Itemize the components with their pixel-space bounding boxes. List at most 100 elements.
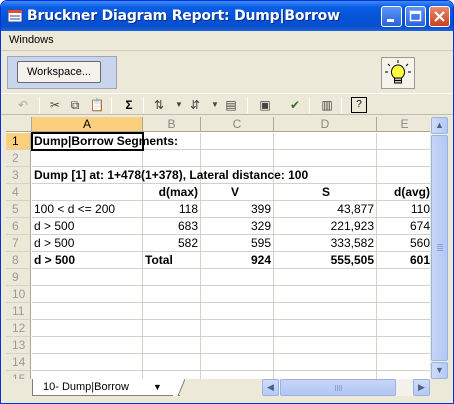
check-icon[interactable]: ✔ — [287, 97, 303, 113]
empty-cell[interactable] — [377, 337, 430, 354]
cell-a1[interactable]: Dump|Borrow Segments: — [32, 133, 430, 150]
empty-cell[interactable] — [377, 303, 430, 320]
empty-cell[interactable] — [32, 354, 143, 371]
row-header-8[interactable]: 8 — [6, 252, 31, 269]
sum-icon[interactable]: Σ — [121, 97, 137, 113]
empty-cell[interactable] — [201, 269, 274, 286]
row-header-13[interactable]: 13 — [6, 337, 31, 354]
empty-cell[interactable] — [274, 269, 377, 286]
cell-c6[interactable]: 329 — [201, 218, 274, 235]
cell-e4[interactable]: d(avg) — [377, 184, 430, 201]
chevron-down-icon[interactable]: ▼ — [153, 379, 162, 395]
cell-a6[interactable]: d > 500 — [32, 218, 143, 235]
empty-cell[interactable] — [201, 286, 274, 303]
title-bar[interactable]: Bruckner Diagram Report: Dump|Borrow — [1, 1, 453, 31]
cell-b6[interactable]: 683 — [143, 218, 201, 235]
empty-cell[interactable] — [377, 286, 430, 303]
empty-cell[interactable] — [143, 354, 201, 371]
sheet-tab[interactable]: 10- Dump|Borrow ▼ — [32, 379, 180, 396]
empty-cell[interactable] — [274, 303, 377, 320]
scroll-right-button[interactable]: ▶ — [413, 379, 430, 396]
empty-cell[interactable] — [377, 269, 430, 286]
empty-cell[interactable] — [377, 150, 430, 167]
close-button[interactable] — [429, 6, 450, 27]
empty-cell[interactable] — [377, 320, 430, 337]
corner-header[interactable] — [6, 117, 32, 132]
tip-button[interactable] — [381, 57, 415, 89]
cell-b7[interactable]: 582 — [143, 235, 201, 252]
row-header-4[interactable]: 4 — [6, 184, 31, 201]
column-header-d[interactable]: D — [274, 117, 377, 132]
cell-e6[interactable]: 674 — [377, 218, 430, 235]
row-header-2[interactable]: 2 — [6, 150, 31, 167]
empty-cell[interactable] — [201, 354, 274, 371]
row-header-1[interactable]: 1 — [6, 133, 31, 150]
cell-b5[interactable]: 118 — [143, 201, 201, 218]
empty-cell[interactable] — [32, 371, 143, 379]
spreadsheet[interactable]: A B C D E 1 2 3 4 5 6 7 8 9 10 11 12 13 … — [6, 117, 430, 379]
empty-cell[interactable] — [32, 269, 143, 286]
scroll-up-button[interactable]: ▲ — [431, 117, 448, 134]
empty-cell[interactable] — [377, 354, 430, 371]
empty-cell[interactable] — [32, 184, 143, 201]
workspace-button[interactable]: Workspace... — [17, 61, 101, 83]
cell-a7[interactable]: d > 500 — [32, 235, 143, 252]
menu-windows[interactable]: Windows — [9, 34, 54, 46]
empty-cell[interactable] — [32, 303, 143, 320]
empty-cell[interactable] — [274, 150, 377, 167]
vertical-scrollbar[interactable]: ▲ ▼ — [431, 117, 448, 379]
sort-ascending-icon[interactable]: ⇅ — [151, 97, 167, 113]
paste-icon[interactable]: 📋 — [89, 97, 105, 113]
empty-cell[interactable] — [201, 337, 274, 354]
empty-cell[interactable] — [201, 150, 274, 167]
columns-icon[interactable]: ▥ — [319, 97, 335, 113]
scroll-left-button[interactable]: ◀ — [262, 379, 279, 396]
horizontal-scrollbar[interactable]: ◀ ▶ — [262, 379, 430, 396]
row-header-5[interactable]: 5 — [6, 201, 31, 218]
empty-cell[interactable] — [143, 150, 201, 167]
cell-d7[interactable]: 333,582 — [274, 235, 377, 252]
minimize-button[interactable] — [381, 6, 402, 27]
empty-cell[interactable] — [377, 371, 430, 379]
cut-icon[interactable]: ✂ — [47, 97, 63, 113]
empty-cell[interactable] — [32, 150, 143, 167]
row-header-15[interactable]: 15 — [6, 371, 31, 379]
cell-d5[interactable]: 43,877 — [274, 201, 377, 218]
empty-cell[interactable] — [143, 371, 201, 379]
empty-cell[interactable] — [274, 320, 377, 337]
cell-c5[interactable]: 399 — [201, 201, 274, 218]
empty-cell[interactable] — [143, 337, 201, 354]
empty-cell[interactable] — [274, 354, 377, 371]
scroll-down-button[interactable]: ▼ — [431, 362, 448, 379]
row-header-6[interactable]: 6 — [6, 218, 31, 235]
chevron-down-icon[interactable]: ▼ — [207, 97, 223, 113]
empty-cell[interactable] — [274, 337, 377, 354]
cell-a3[interactable]: Dump [1] at: 1+478(1+378), Lateral dista… — [32, 167, 430, 184]
empty-cell[interactable] — [201, 320, 274, 337]
empty-cell[interactable] — [201, 303, 274, 320]
undo-icon[interactable]: ↶ — [15, 97, 31, 113]
cell-e8[interactable]: 601 — [377, 252, 430, 269]
row-header-7[interactable]: 7 — [6, 235, 31, 252]
row-header-10[interactable]: 10 — [6, 286, 31, 303]
empty-cell[interactable] — [143, 269, 201, 286]
chevron-down-icon[interactable]: ▼ — [171, 97, 187, 113]
cell-a5[interactable]: 100 < d <= 200 — [32, 201, 143, 218]
column-header-e[interactable]: E — [377, 117, 430, 132]
cell-a8[interactable]: d > 500 — [32, 252, 143, 269]
maximize-button[interactable] — [405, 6, 426, 27]
cell-d6[interactable]: 221,923 — [274, 218, 377, 235]
column-header-a[interactable]: A — [32, 117, 143, 132]
cell-d8[interactable]: 555,505 — [274, 252, 377, 269]
cell-b4[interactable]: d(max) — [143, 184, 201, 201]
save-icon[interactable]: ▣ — [257, 97, 273, 113]
empty-cell[interactable] — [143, 320, 201, 337]
empty-cell[interactable] — [32, 337, 143, 354]
empty-cell[interactable] — [32, 320, 143, 337]
row-header-14[interactable]: 14 — [6, 354, 31, 371]
empty-cell[interactable] — [143, 286, 201, 303]
horizontal-scroll-thumb[interactable] — [280, 379, 396, 396]
row-header-9[interactable]: 9 — [6, 269, 31, 286]
empty-cell[interactable] — [201, 371, 274, 379]
column-header-c[interactable]: C — [201, 117, 274, 132]
